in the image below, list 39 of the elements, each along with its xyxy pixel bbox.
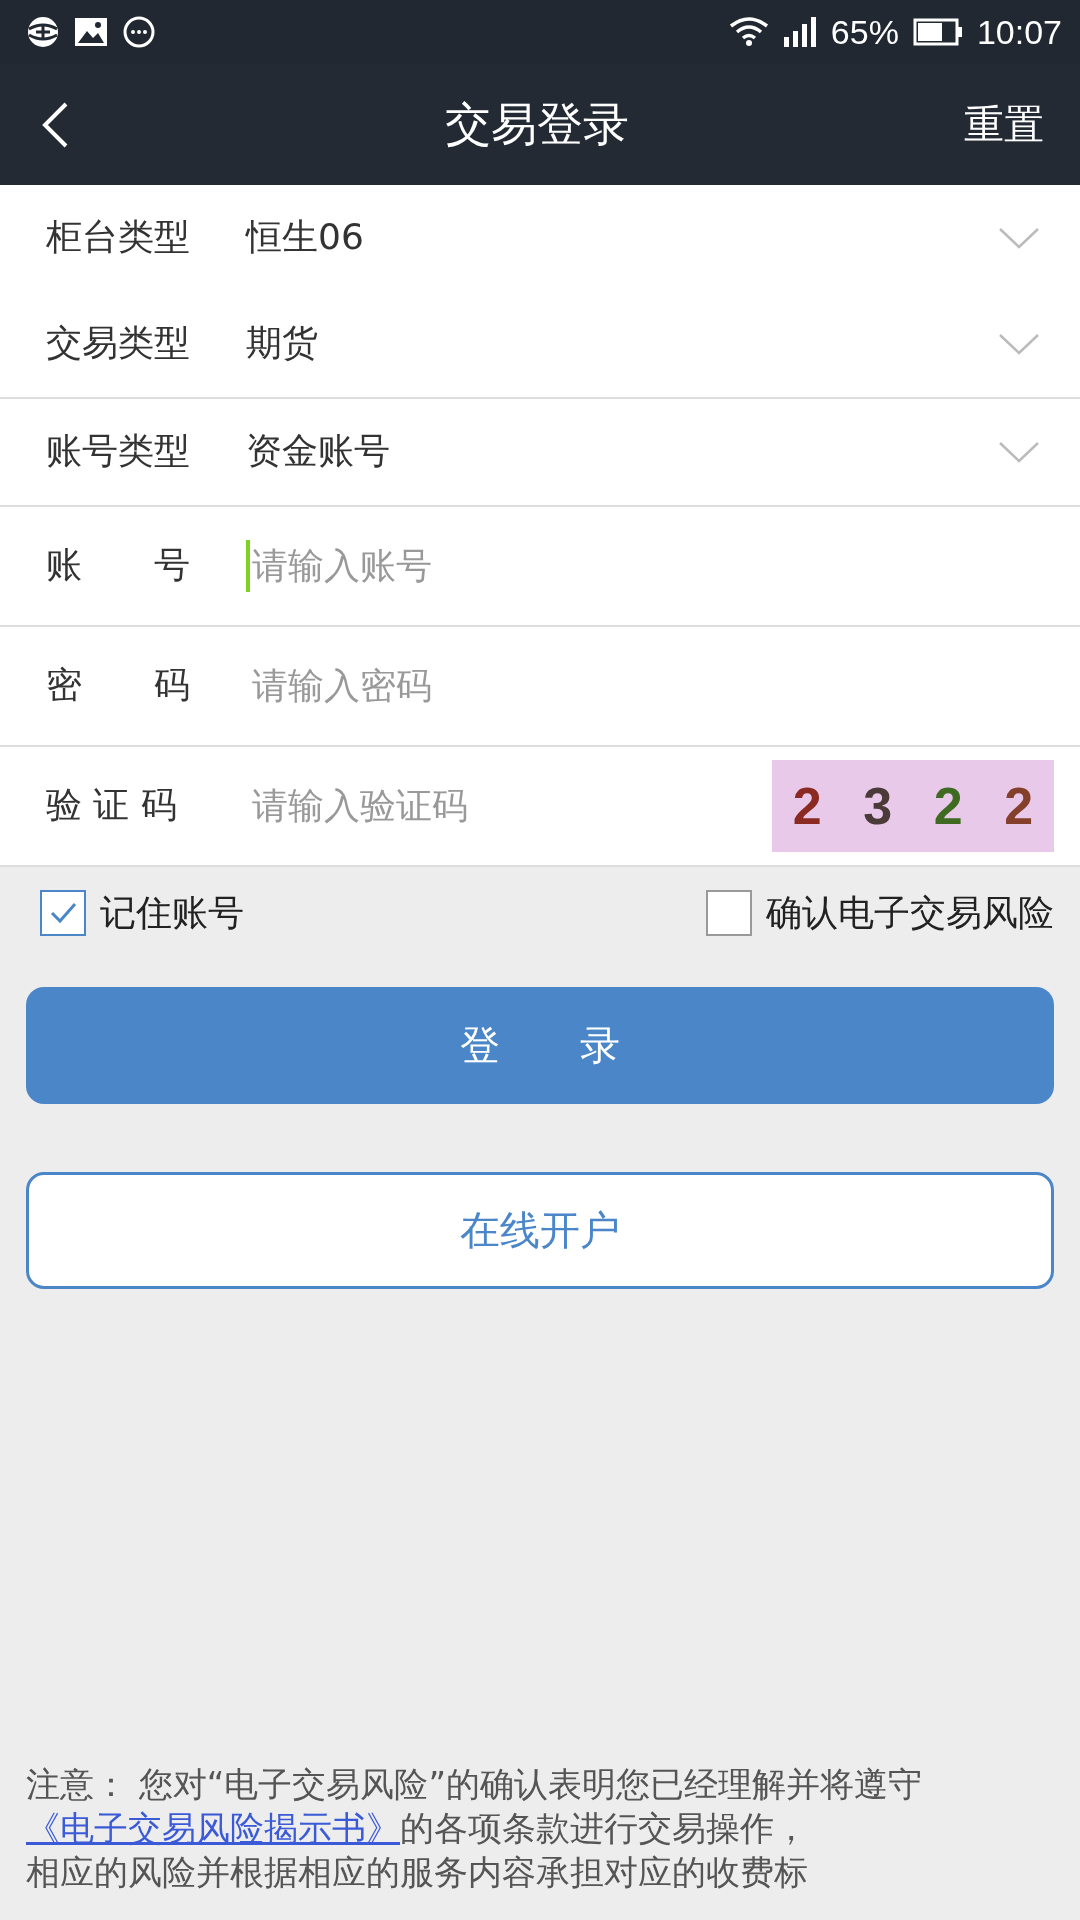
checkbox[interactable] [706, 890, 752, 936]
checkbox[interactable] [40, 890, 86, 936]
field-label: 账号类型 [46, 429, 191, 473]
field-label: 验 证 码 [46, 783, 178, 827]
chevron-down-icon[interactable] [998, 331, 1040, 356]
chevron-down-icon[interactable] [998, 439, 1040, 464]
open-account-button[interactable]: 在线开户 [26, 1172, 1054, 1289]
app-icon [26, 15, 60, 49]
captcha-image[interactable]: 2 3 2 2 [772, 759, 1054, 852]
field-label: 账 号 [46, 543, 191, 587]
dropdown-value[interactable]: 资金账号 [246, 427, 998, 476]
dropdown-value[interactable]: 恒生06 [246, 213, 998, 262]
field-label: 密 码 [46, 663, 191, 707]
captcha-digit: 2 [933, 775, 963, 836]
chevron-down-icon[interactable] [998, 225, 1040, 250]
input-field[interactable]: 请输入密码 [246, 659, 1040, 712]
dropdown-value[interactable]: 期货 [246, 319, 998, 368]
page-title: 交易登录 [445, 95, 629, 153]
input-field[interactable]: 请输入验证码 [246, 779, 772, 832]
back-icon[interactable] [40, 100, 70, 149]
battery-percentage: 65% [830, 12, 899, 52]
checkbox-label: 确认电子交易风险 [766, 890, 1054, 935]
battery-icon [912, 18, 963, 46]
image-icon [74, 17, 108, 47]
field-label: 柜台类型 [46, 215, 191, 259]
checkbox-label: 记住账号 [100, 890, 244, 935]
captcha-digit: 2 [1004, 775, 1034, 836]
field-label: 交易类型 [46, 321, 191, 365]
disclosure-link[interactable]: 《电子交易风险揭示书》 [26, 1808, 400, 1848]
wifi-icon [728, 16, 769, 48]
more-icon [122, 15, 156, 49]
captcha-digit: 3 [863, 775, 893, 836]
clock-time: 10:07 [976, 12, 1062, 52]
captcha-digit: 2 [792, 775, 822, 836]
reset-button[interactable]: 重置 [964, 97, 1044, 152]
login-button[interactable]: 登 录 [26, 987, 1054, 1104]
notice-text: 注意： 您对“电子交易风险”的确认表明您已经理解并将遵守 《电子交易风险揭示书》的各项条款进行交易操作， 相应的风险并根据相应的服务内容承担对应的收费标 [26, 1763, 924, 1894]
signal-icon [782, 17, 817, 47]
input-field[interactable]: 请输入账号 [246, 539, 1040, 592]
